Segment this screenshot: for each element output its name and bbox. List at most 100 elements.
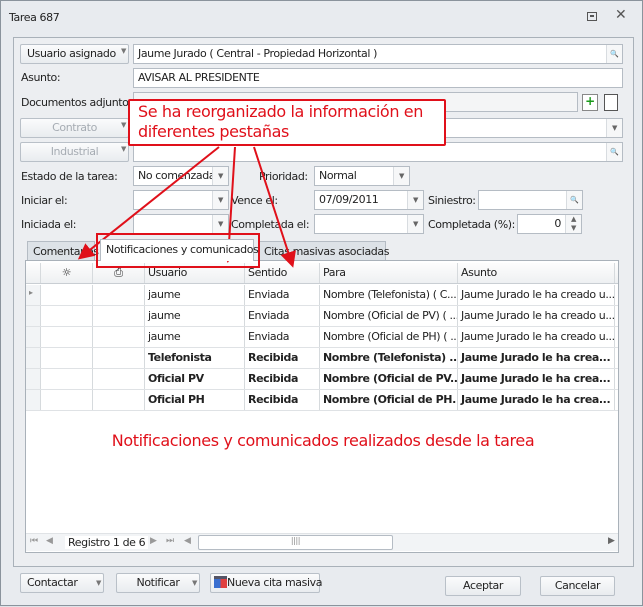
empty-cell bbox=[41, 369, 93, 389]
table-row[interactable]: Oficial PV Recibida Nombre (Oficial de PV.… bbox=[26, 369, 618, 390]
tab-citas-masivas[interactable]: Citas masivas asociadas bbox=[258, 241, 389, 261]
prioridad-select[interactable]: Normal ▼ bbox=[314, 166, 410, 186]
industrial-label: Industrial bbox=[50, 145, 99, 158]
table-row[interactable]: jaume Enviada Nombre (Oficial de PH) ( ...… bbox=[26, 327, 618, 348]
search-icon[interactable]: 🔍 bbox=[606, 45, 622, 63]
table-row[interactable]: ▸ jaume Enviada Nombre (Telefonista) ( C...… bbox=[26, 285, 618, 306]
annotation-callout: Se ha reorganizado la información en dif… bbox=[128, 99, 446, 146]
table-cell: Nombre (Oficial de PV... bbox=[320, 369, 458, 389]
tab-comentarios[interactable]: Comentarios bbox=[27, 241, 99, 261]
contrato-button[interactable]: Contrato ▼ bbox=[20, 118, 129, 138]
row-indicator bbox=[26, 390, 41, 410]
table-row[interactable]: jaume Enviada Nombre (Oficial de PV) ( ...… bbox=[26, 306, 618, 327]
empty-cell bbox=[93, 348, 145, 368]
completada-label: Completada el: bbox=[231, 218, 310, 231]
next-record-icon[interactable]: ▶ bbox=[150, 536, 157, 546]
chevron-down-icon[interactable]: ▼ bbox=[606, 119, 622, 137]
completada-date[interactable]: ▼ bbox=[314, 214, 424, 234]
chevron-down-icon[interactable]: ▼ bbox=[212, 215, 228, 233]
table-cell: ( bbox=[615, 390, 618, 410]
scroll-right-icon[interactable]: ▶ bbox=[608, 536, 615, 546]
notificar-label: Notificar bbox=[136, 576, 180, 589]
row-indicator: ▸ bbox=[26, 285, 41, 305]
first-record-icon[interactable]: ⏮ bbox=[30, 536, 38, 546]
close-icon[interactable]: ✕ bbox=[615, 7, 627, 23]
spin-arrows-icon[interactable]: ▲ ▼ bbox=[565, 215, 581, 233]
table-cell: Jaume Jurado le ha creado u... bbox=[458, 306, 615, 326]
nueva-cita-button[interactable]: Nueva cita masiva bbox=[210, 573, 323, 593]
horizontal-scrollbar-thumb[interactable]: |||| bbox=[198, 535, 393, 550]
table-row[interactable]: Oficial PH Recibida Nombre (Oficial de PH.… bbox=[26, 390, 618, 411]
tab-notificaciones[interactable]: Notificaciones y comunicados bbox=[100, 239, 259, 261]
table-cell: Jaume Jurado le ha crea... bbox=[458, 348, 615, 368]
empty-cell bbox=[93, 369, 145, 389]
task-window: Tarea 687 ✕ Usuario asignado ▼ Jaume Jura… bbox=[0, 0, 643, 606]
column-header[interactable]: Para bbox=[320, 263, 458, 283]
row-indicator-header[interactable] bbox=[26, 263, 41, 283]
completada-pct-label: Completada (%): bbox=[428, 218, 515, 231]
empty-cell bbox=[41, 348, 93, 368]
column-header[interactable]: Asunto bbox=[458, 263, 615, 283]
table-cell: Jaume Jurado le ha crea... bbox=[458, 390, 615, 410]
chevron-down-icon[interactable]: ▼ bbox=[407, 191, 423, 209]
table-row[interactable]: Telefonista Recibida Nombre (Telefonista) … bbox=[26, 348, 618, 369]
usuario-asignado-button[interactable]: Usuario asignado ▼ bbox=[20, 44, 129, 64]
cancelar-button[interactable]: Cancelar bbox=[540, 576, 615, 596]
empty-cell bbox=[41, 390, 93, 410]
iniciada-date[interactable]: ▼ bbox=[133, 214, 229, 234]
siniestro-field[interactable]: 🔍 bbox=[478, 190, 583, 210]
chevron-down-icon[interactable]: ▼ bbox=[407, 215, 423, 233]
vence-date[interactable]: 07/09/2011 ▼ bbox=[314, 190, 424, 210]
table-cell: Nombre (Oficial de PH... bbox=[320, 390, 458, 410]
search-icon[interactable]: 🔍 bbox=[566, 191, 582, 209]
contrato-label: Contrato bbox=[52, 121, 97, 134]
column-header[interactable]: F bbox=[615, 263, 618, 283]
table-cell: ( bbox=[615, 369, 618, 389]
iniciar-label: Iniciar el: bbox=[21, 194, 68, 207]
prev-record-icon[interactable]: ◀ bbox=[46, 536, 53, 546]
completada-pct-spinner[interactable]: 0 ▲ ▼ bbox=[517, 214, 582, 234]
table-cell: Nombre (Oficial de PH) ( ... bbox=[320, 327, 458, 347]
industrial-button[interactable]: Industrial ▼ bbox=[20, 142, 129, 162]
chevron-down-icon[interactable]: ▼ bbox=[212, 191, 228, 209]
iniciar-date[interactable]: ▼ bbox=[133, 190, 229, 210]
restore-icon[interactable] bbox=[587, 12, 597, 21]
completada-pct-value: 0 bbox=[554, 217, 561, 230]
aceptar-button[interactable]: Aceptar bbox=[445, 576, 521, 596]
annotation-message: Notificaciones y comunicados realizados … bbox=[111, 431, 535, 450]
add-document-icon[interactable]: + bbox=[582, 94, 598, 111]
chevron-down-icon: ▼ bbox=[121, 121, 126, 129]
documentos-label: Documentos adjuntos: bbox=[21, 96, 138, 109]
chevron-down-icon[interactable]: ▼ bbox=[212, 167, 228, 185]
chevron-down-icon[interactable]: ▼ bbox=[393, 167, 409, 185]
usuario-value: Jaume Jurado ( Central - Propiedad Horiz… bbox=[138, 47, 378, 60]
chevron-down-icon: ▼ bbox=[121, 145, 126, 153]
siniestro-label: Siniestro: bbox=[428, 194, 476, 207]
contactar-button[interactable]: Contactar ▼ bbox=[20, 573, 104, 593]
nueva-cita-label: Nueva cita masiva bbox=[227, 576, 323, 589]
empty-cell bbox=[93, 306, 145, 326]
table-cell: Jaume Jurado le ha creado u... bbox=[458, 285, 615, 305]
row-indicator bbox=[26, 348, 41, 368]
last-record-icon[interactable]: ⏭ bbox=[166, 536, 174, 546]
row-indicator bbox=[26, 369, 41, 389]
grid-navigator: ⏮ ◀ Registro 1 de 6 ▶ ⏭ ◀ |||| ▶ bbox=[26, 533, 618, 551]
usuario-asignado-label: Usuario asignado bbox=[27, 47, 116, 60]
search-icon[interactable]: 🔍 bbox=[606, 143, 622, 161]
table-cell: Nombre (Telefonista) ... bbox=[320, 348, 458, 368]
empty-cell bbox=[41, 285, 93, 305]
asunto-field[interactable]: AVISAR AL PRESIDENTE bbox=[133, 68, 623, 88]
copy-document-icon[interactable] bbox=[604, 94, 618, 111]
prioridad-value: Normal bbox=[319, 169, 357, 182]
table-cell: jaume bbox=[145, 285, 245, 305]
table-cell: Recibida bbox=[245, 369, 320, 389]
chevron-down-icon: ▼ bbox=[121, 47, 126, 55]
alert-icon[interactable]: ☼ bbox=[41, 263, 93, 283]
table-cell: jaume bbox=[145, 327, 245, 347]
scroll-left-icon[interactable]: ◀ bbox=[184, 536, 191, 546]
row-indicator bbox=[26, 306, 41, 326]
notificar-button[interactable]: Notificar ▼ bbox=[116, 573, 200, 593]
estado-select[interactable]: No comenzada ▼ bbox=[133, 166, 229, 186]
empty-cell bbox=[93, 390, 145, 410]
usuario-field[interactable]: Jaume Jurado ( Central - Propiedad Horiz… bbox=[133, 44, 623, 64]
